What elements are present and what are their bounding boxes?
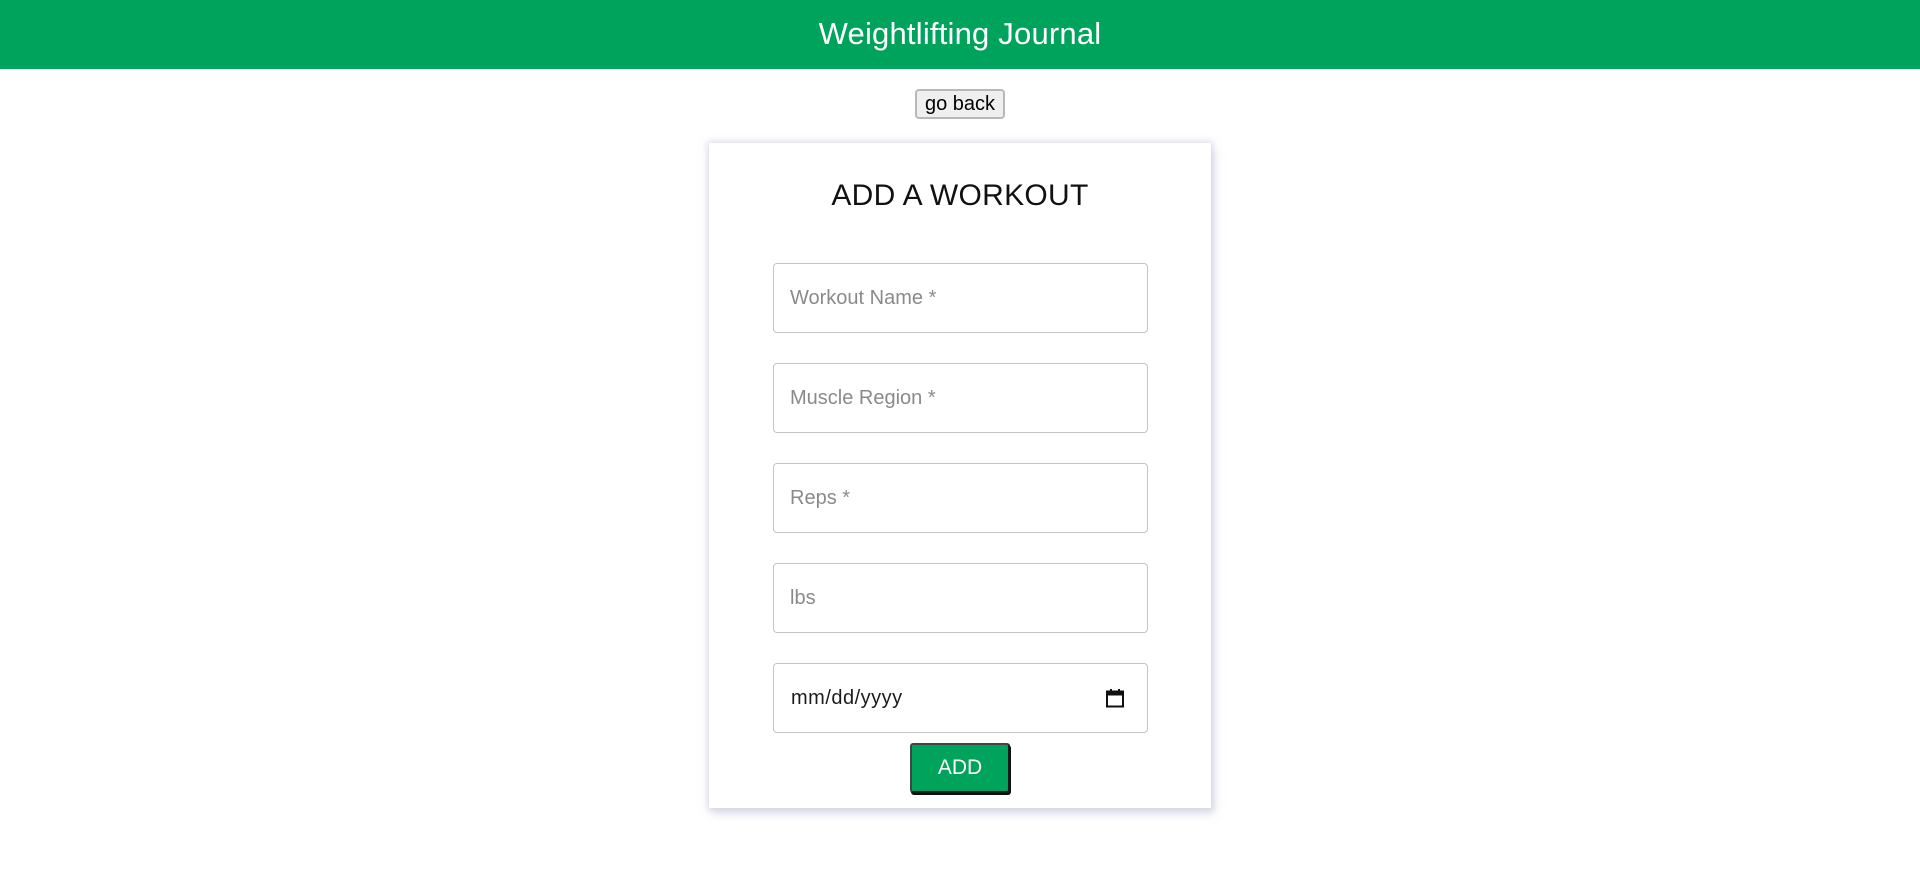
lbs-input[interactable] <box>774 564 1147 632</box>
muscle-region-input[interactable] <box>774 364 1147 432</box>
add-workout-form: ADD A WORKOUT mm/dd/yyyy ADD <box>709 143 1211 808</box>
form-title: ADD A WORKOUT <box>831 179 1089 212</box>
reps-field <box>773 463 1148 533</box>
reps-input[interactable] <box>774 464 1147 532</box>
go-back-button[interactable]: go back <box>915 89 1005 119</box>
app-header: Weightlifting Journal <box>0 0 1920 69</box>
muscle-region-field <box>773 363 1148 433</box>
date-placeholder: mm/dd/yyyy <box>791 687 903 709</box>
workout-name-input[interactable] <box>774 264 1147 332</box>
date-input[interactable]: mm/dd/yyyy <box>773 663 1148 733</box>
calendar-icon[interactable] <box>1105 688 1125 708</box>
lbs-field <box>773 563 1148 633</box>
add-workout-button[interactable]: ADD <box>910 743 1010 793</box>
workout-name-field <box>773 263 1148 333</box>
app-title: Weightlifting Journal <box>818 15 1102 51</box>
